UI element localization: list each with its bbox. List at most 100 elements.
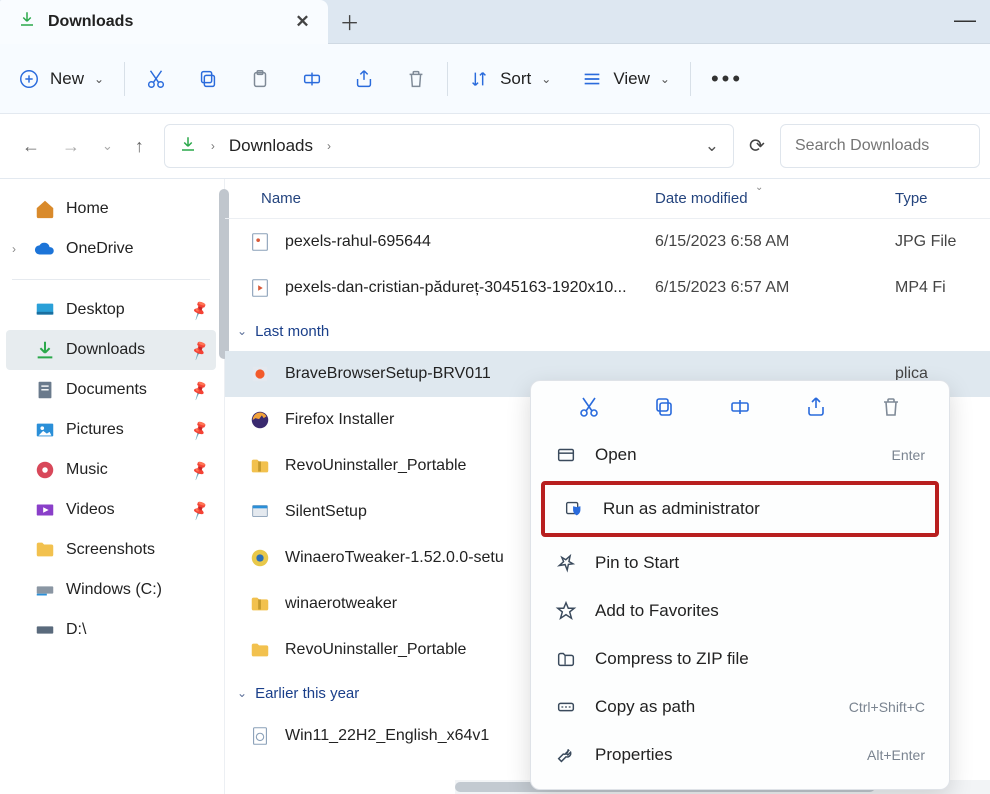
image-file-icon bbox=[249, 231, 271, 253]
sidebar-item-label: Music bbox=[66, 461, 108, 479]
sidebar-item-videos[interactable]: Videos 📌 bbox=[6, 490, 216, 530]
sidebar-item-documents[interactable]: Documents 📌 bbox=[6, 370, 216, 410]
application-icon bbox=[249, 501, 271, 523]
share-icon[interactable] bbox=[804, 395, 828, 419]
file-name: Win11_22H2_English_x64v1 bbox=[285, 727, 489, 745]
home-icon bbox=[34, 198, 56, 220]
menu-compress-zip[interactable]: Compress to ZIP file bbox=[537, 635, 943, 683]
sidebar-item-label: Videos bbox=[66, 501, 115, 519]
pin-icon: 📌 bbox=[188, 299, 211, 322]
refresh-button[interactable]: ⟳ bbox=[742, 135, 772, 158]
pin-icon: 📌 bbox=[188, 379, 211, 402]
zip-icon bbox=[555, 648, 577, 670]
chevron-right-icon[interactable]: › bbox=[327, 139, 331, 153]
column-name[interactable]: Name bbox=[225, 190, 655, 207]
menu-add-favorites[interactable]: Add to Favorites bbox=[537, 587, 943, 635]
sidebar-item-home[interactable]: Home bbox=[6, 189, 216, 229]
file-row[interactable]: pexels-rahul-695644 6/15/2023 6:58 AM JP… bbox=[225, 219, 990, 265]
paste-icon[interactable] bbox=[249, 68, 271, 90]
video-file-icon bbox=[249, 277, 271, 299]
file-row[interactable]: pexels-dan-cristian-pădureț-3045163-1920… bbox=[225, 265, 990, 311]
window-minimize-button[interactable]: — bbox=[940, 7, 990, 37]
more-button[interactable]: ••• bbox=[711, 66, 743, 92]
view-label: View bbox=[613, 69, 650, 89]
copy-icon[interactable] bbox=[652, 395, 676, 419]
column-date[interactable]: ⌄ Date modified bbox=[655, 190, 895, 207]
file-name: BraveBrowserSetup-BRV011 bbox=[285, 365, 491, 383]
view-button[interactable]: View ⌄ bbox=[581, 68, 670, 90]
drive-icon bbox=[34, 619, 56, 641]
plus-circle-icon bbox=[18, 68, 40, 90]
rename-icon[interactable] bbox=[301, 68, 323, 90]
forward-button[interactable]: → bbox=[62, 136, 80, 157]
menu-open[interactable]: Open Enter bbox=[537, 431, 943, 479]
installer-icon bbox=[249, 363, 271, 385]
up-button[interactable]: ↑ bbox=[135, 136, 144, 157]
menu-label: Add to Favorites bbox=[595, 601, 719, 621]
pin-icon bbox=[555, 552, 577, 574]
file-name: Firefox Installer bbox=[285, 411, 394, 429]
share-icon[interactable] bbox=[353, 68, 375, 90]
drive-icon bbox=[34, 579, 56, 601]
pictures-icon bbox=[34, 419, 56, 441]
sidebar-item-downloads[interactable]: Downloads 📌 bbox=[6, 330, 216, 370]
sidebar-item-onedrive[interactable]: › OneDrive bbox=[6, 229, 216, 269]
breadcrumb[interactable]: › Downloads › ⌄ bbox=[164, 124, 734, 168]
cut-icon[interactable] bbox=[577, 395, 601, 419]
cut-icon[interactable] bbox=[145, 68, 167, 90]
pin-icon: 📌 bbox=[188, 419, 211, 442]
menu-label: Compress to ZIP file bbox=[595, 649, 749, 669]
sidebar-item-music[interactable]: Music 📌 bbox=[6, 450, 216, 490]
path-icon bbox=[555, 696, 577, 718]
toolbar: New ⌄ Sort ⌄ View ⌄ bbox=[0, 44, 990, 114]
new-tab-button[interactable]: ＋ bbox=[328, 0, 372, 44]
delete-icon[interactable] bbox=[879, 395, 903, 419]
music-icon bbox=[34, 459, 56, 481]
menu-shortcut: Alt+Enter bbox=[867, 747, 925, 763]
column-type[interactable]: Type bbox=[895, 190, 990, 207]
sidebar-item-label: Pictures bbox=[66, 421, 124, 439]
new-label: New bbox=[50, 69, 84, 89]
pin-icon: 📌 bbox=[188, 499, 211, 522]
chevron-right-icon[interactable]: › bbox=[211, 139, 215, 153]
sidebar-item-label: Desktop bbox=[66, 301, 125, 319]
menu-run-admin[interactable]: Run as administrator bbox=[545, 485, 935, 533]
chevron-right-icon[interactable]: › bbox=[12, 242, 16, 256]
breadcrumb-current[interactable]: Downloads bbox=[229, 136, 313, 156]
new-button[interactable]: New ⌄ bbox=[18, 68, 104, 90]
group-last-month[interactable]: ⌄ Last month bbox=[225, 311, 990, 351]
file-type: MP4 Fi bbox=[895, 279, 990, 297]
sidebar-item-drive-d[interactable]: D:\ bbox=[6, 610, 216, 650]
chevron-down-icon[interactable]: ⌄ bbox=[705, 136, 719, 156]
sidebar-item-label: Downloads bbox=[66, 341, 145, 359]
videos-icon bbox=[34, 499, 56, 521]
delete-icon[interactable] bbox=[405, 68, 427, 90]
menu-properties[interactable]: Properties Alt+Enter bbox=[537, 731, 943, 779]
desktop-icon bbox=[34, 299, 56, 321]
file-date: 6/15/2023 6:58 AM bbox=[655, 233, 895, 251]
rename-icon[interactable] bbox=[728, 395, 752, 419]
menu-label: Properties bbox=[595, 745, 672, 765]
menu-shortcut: Ctrl+Shift+C bbox=[849, 699, 925, 715]
sidebar-item-pictures[interactable]: Pictures 📌 bbox=[6, 410, 216, 450]
back-button[interactable]: ← bbox=[22, 136, 40, 157]
download-icon bbox=[18, 10, 36, 33]
sidebar-item-desktop[interactable]: Desktop 📌 bbox=[6, 290, 216, 330]
tab-downloads[interactable]: Downloads ✕ bbox=[0, 0, 328, 44]
document-icon bbox=[34, 379, 56, 401]
sidebar-item-label: D:\ bbox=[66, 621, 86, 639]
pin-icon: 📌 bbox=[188, 339, 211, 362]
menu-copy-path[interactable]: Copy as path Ctrl+Shift+C bbox=[537, 683, 943, 731]
menu-pin-start[interactable]: Pin to Start bbox=[537, 539, 943, 587]
chevron-down-icon: ⌄ bbox=[94, 72, 104, 86]
tab-bar: Downloads ✕ ＋ — bbox=[0, 0, 990, 44]
sort-button[interactable]: Sort ⌄ bbox=[468, 68, 551, 90]
close-icon[interactable]: ✕ bbox=[295, 12, 309, 32]
sidebar-item-windows-c[interactable]: Windows (C:) bbox=[6, 570, 216, 610]
file-name: winaerotweaker bbox=[285, 595, 397, 613]
sidebar-item-screenshots[interactable]: Screenshots bbox=[6, 530, 216, 570]
sidebar-item-label: OneDrive bbox=[66, 240, 134, 258]
search-input[interactable] bbox=[780, 124, 980, 168]
recent-dropdown[interactable]: ⌄ bbox=[102, 138, 113, 154]
copy-icon[interactable] bbox=[197, 68, 219, 90]
